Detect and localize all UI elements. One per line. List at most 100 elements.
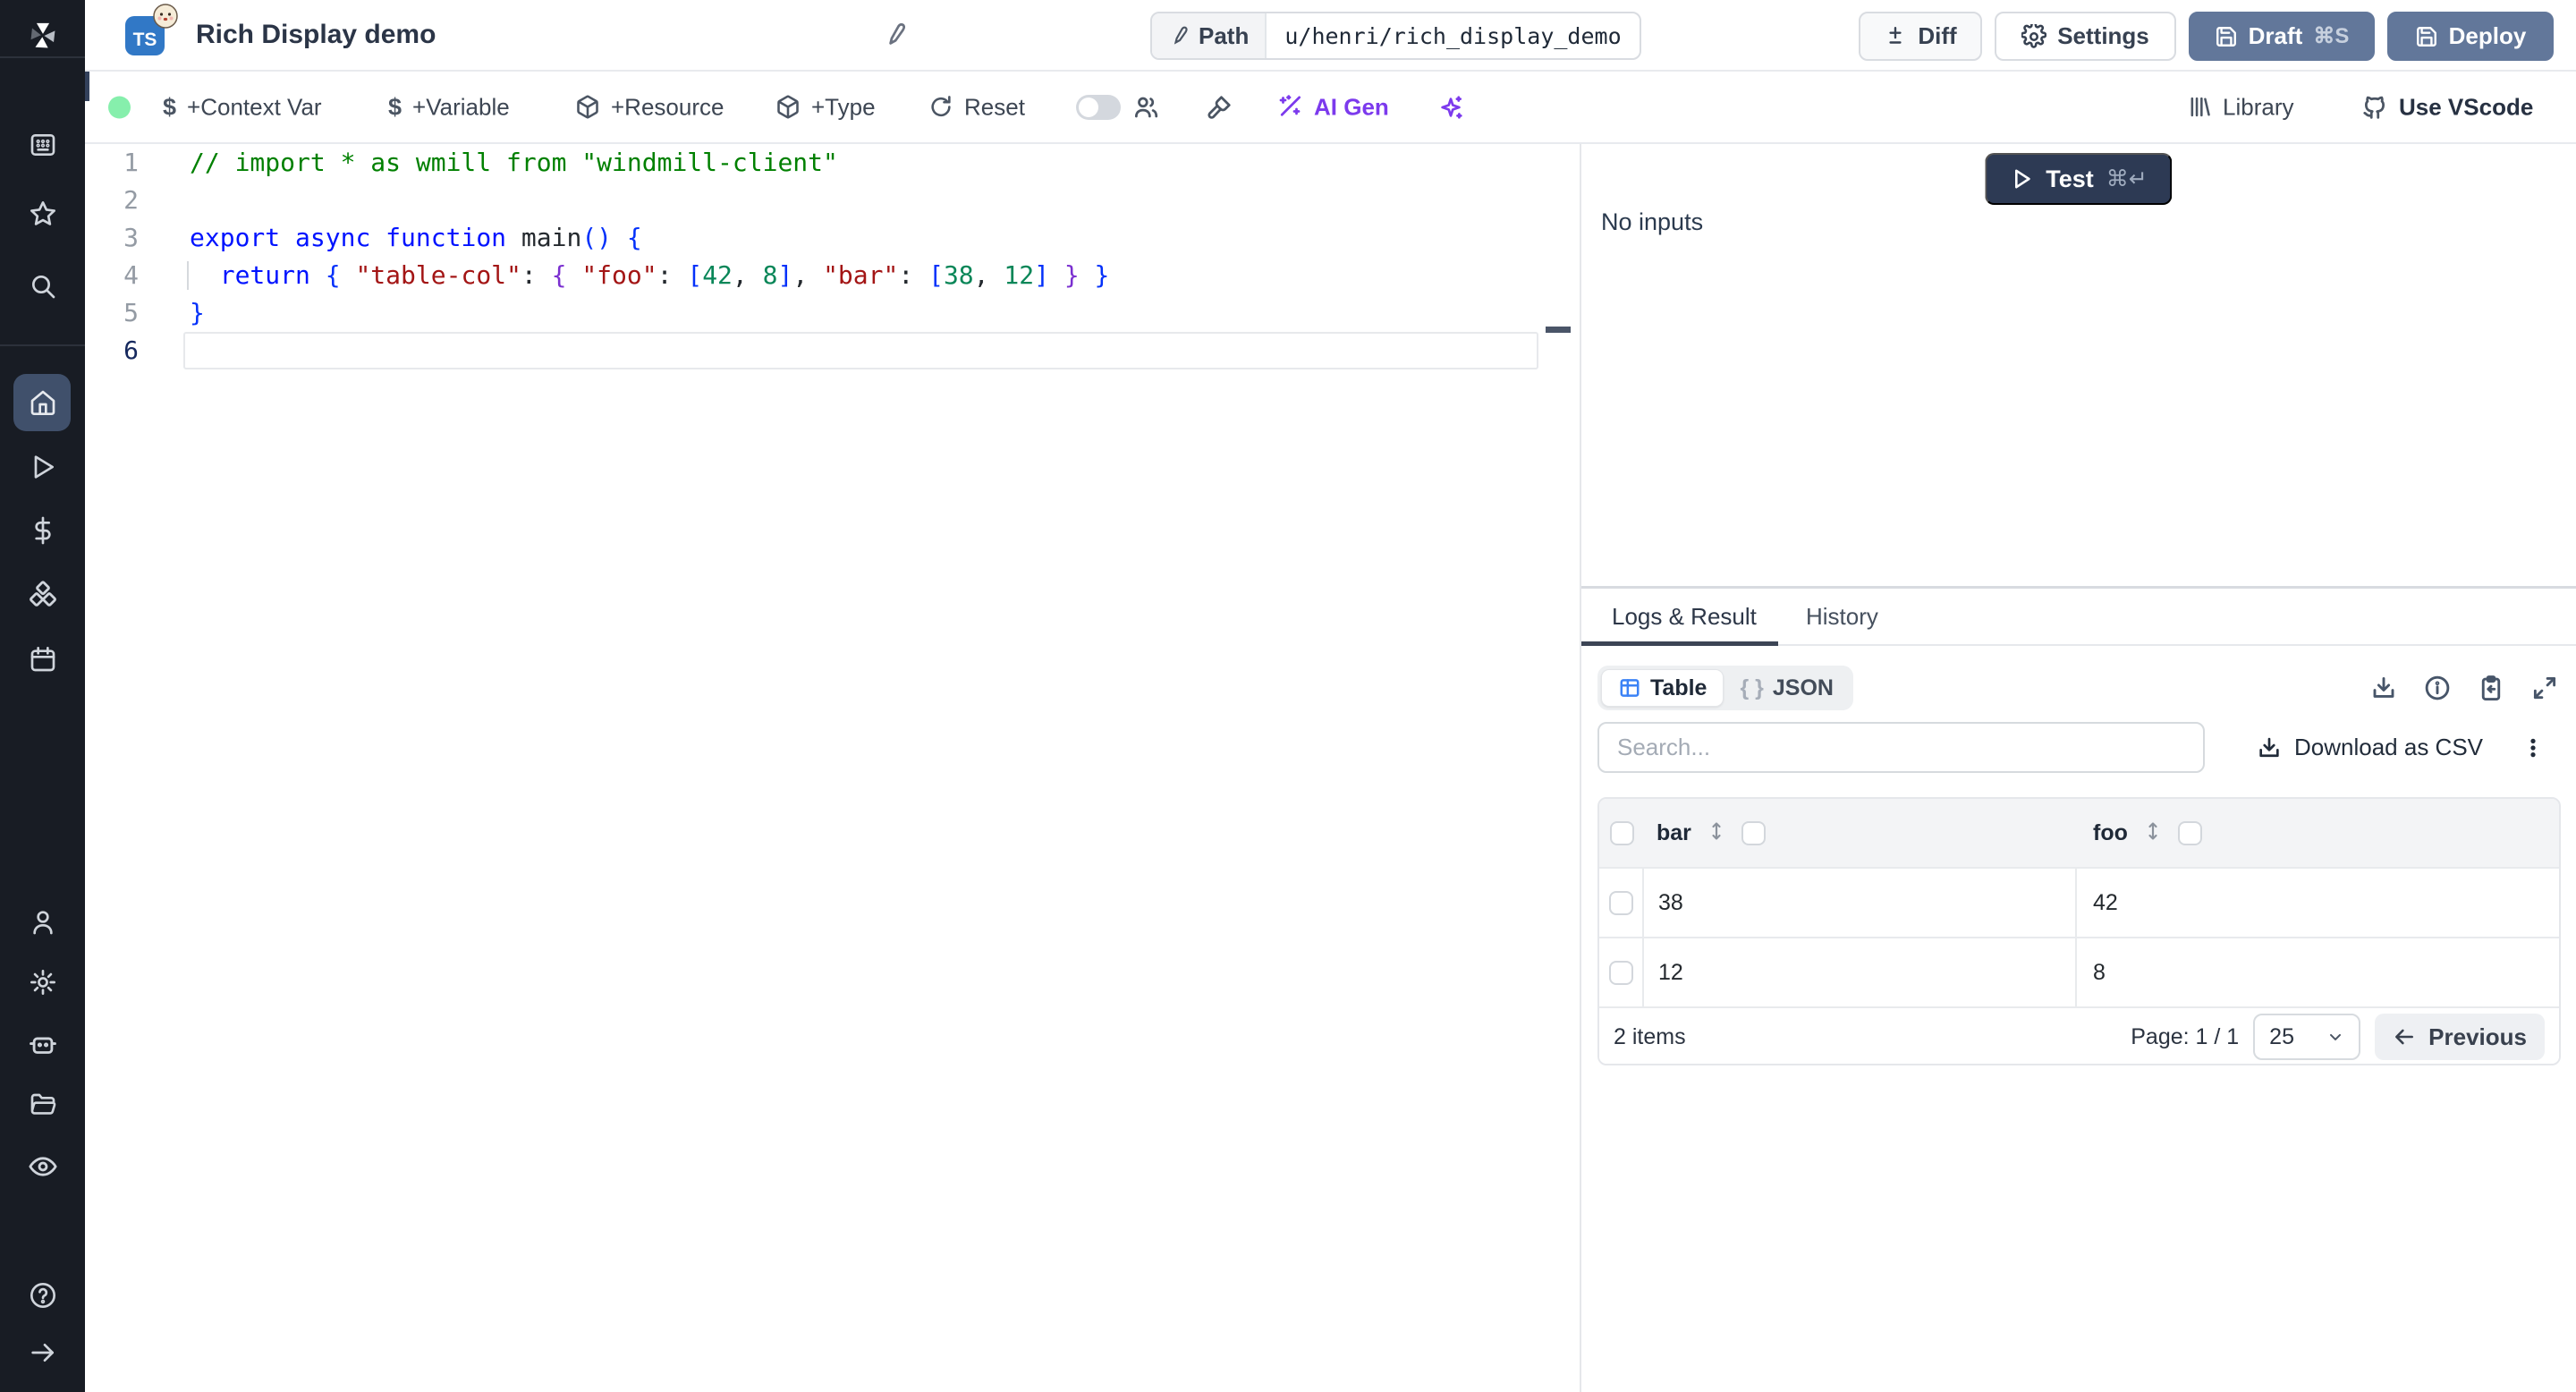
table-row[interactable]: 38 42	[1599, 867, 2559, 937]
line-number: 2	[123, 185, 139, 215]
resources-icon[interactable]	[28, 580, 58, 610]
row-checkbox[interactable]	[1608, 960, 1633, 985]
code-editor[interactable]: 1 2 3 4 5 6 // import * as wmill from "windmi…	[85, 144, 1580, 1392]
download-csv-button[interactable]: Download as CSV	[2257, 734, 2483, 761]
view-json-option[interactable]: { } JSON	[1724, 669, 1850, 707]
variables-icon[interactable]	[28, 515, 58, 546]
table-icon	[1620, 679, 1640, 697]
view-json-label: JSON	[1772, 675, 1834, 700]
tab-history[interactable]: History	[1806, 603, 1878, 631]
audit-eye-icon[interactable]	[28, 1151, 58, 1182]
column-header-bar[interactable]: bar	[1657, 820, 1691, 846]
toggle-switch[interactable]	[1076, 94, 1121, 120]
search-input[interactable]	[1597, 722, 2205, 773]
settings-gear-icon[interactable]	[28, 967, 58, 997]
path-edit-segment[interactable]: Path	[1152, 13, 1267, 58]
test-button[interactable]: Test ⌘↵	[1985, 153, 2173, 205]
page-size-select[interactable]: 25	[2253, 1014, 2361, 1060]
result-table: bar foo 38 42 12 8 2 items Page: 1 / 1 2…	[1597, 797, 2561, 1065]
overview-ruler-cursor-mark	[1546, 327, 1571, 333]
table-row[interactable]: 12 8	[1599, 937, 2559, 1006]
previous-page-button[interactable]: Previous	[2375, 1014, 2545, 1060]
use-vscode-button[interactable]: Use VScode	[2361, 93, 2533, 121]
collaborators-icon[interactable]	[1132, 94, 1159, 121]
test-shortcut: ⌘↵	[2106, 166, 2148, 191]
download-result-icon[interactable]	[2370, 675, 2397, 701]
add-resource-button[interactable]: +Resource	[575, 93, 724, 121]
code-line: export async function main() {	[190, 223, 642, 252]
add-variable-button[interactable]: $ +Variable	[388, 93, 510, 121]
format-brush-icon[interactable]	[1206, 94, 1233, 121]
home-icon[interactable]	[28, 387, 58, 418]
github-icon	[2363, 96, 2385, 119]
download-csv-label: Download as CSV	[2294, 734, 2483, 760]
workers-robot-icon[interactable]	[28, 1030, 58, 1060]
help-icon[interactable]	[28, 1280, 58, 1311]
reset-button[interactable]: Reset	[928, 93, 1025, 121]
package-icon	[777, 95, 799, 119]
result-actions	[2370, 675, 2558, 701]
app-switcher-icon[interactable]	[28, 130, 58, 160]
sort-icon[interactable]	[2142, 820, 2164, 846]
code-line: }	[190, 298, 205, 327]
cell-foo: 42	[2093, 889, 2118, 915]
expand-sidebar-icon[interactable]	[28, 1337, 58, 1368]
deploy-button[interactable]: Deploy	[2387, 12, 2554, 61]
library-button[interactable]: Library	[2187, 93, 2293, 121]
diff-button[interactable]: Diff	[1859, 12, 1982, 61]
run-and-result-panel: Test ⌘↵ No inputs Logs & Result History …	[1580, 144, 2576, 1392]
select-all-checkbox[interactable]	[1609, 820, 1634, 845]
no-inputs-text: No inputs	[1601, 208, 1704, 235]
folders-icon[interactable]	[28, 1089, 58, 1119]
cell-bar: 12	[1644, 938, 2077, 1006]
code-line: return { "table-col": { "foo": [42, 8], …	[219, 260, 1110, 290]
table-options-kebab-icon[interactable]	[2521, 735, 2546, 760]
dollar-icon: $	[388, 93, 402, 120]
draft-button[interactable]: Draft ⌘S	[2189, 12, 2375, 61]
sort-icon[interactable]	[1706, 820, 1727, 846]
path-control[interactable]: Path u/henri/rich_display_demo	[1150, 12, 1641, 60]
draft-label: Draft	[2248, 22, 2303, 49]
favorites-star-icon[interactable]	[28, 199, 58, 229]
line-number: 6	[123, 335, 139, 365]
search-icon[interactable]	[28, 271, 58, 301]
ai-gen-button[interactable]: AI Gen	[1276, 93, 1389, 121]
column-header-foo[interactable]: foo	[2093, 820, 2128, 846]
chevron-down-icon	[2330, 1033, 2342, 1040]
settings-label: Settings	[2057, 22, 2149, 49]
result-view-row: Table { } JSON	[1597, 666, 2558, 710]
expand-fullscreen-icon[interactable]	[2531, 675, 2558, 701]
sparkles-icon[interactable]	[1437, 94, 1464, 121]
play-icon	[2015, 169, 2030, 189]
user-icon[interactable]	[28, 907, 58, 938]
view-switcher: Table { } JSON	[1597, 666, 1853, 710]
line-number: 3	[123, 223, 139, 252]
settings-button[interactable]: Settings	[1995, 12, 2176, 61]
copy-to-clipboard-icon[interactable]	[2478, 675, 2504, 701]
info-icon[interactable]	[2424, 675, 2451, 701]
ai-gen-label: AI Gen	[1314, 93, 1389, 120]
table-search-row: Download as CSV	[1597, 722, 2558, 773]
column-checkbox[interactable]	[1741, 820, 1766, 845]
code-line: // import * as wmill from "windmill-clie…	[190, 148, 838, 177]
json-braces-icon: { }	[1740, 675, 1764, 700]
column-checkbox[interactable]	[2177, 820, 2202, 845]
toggle-off[interactable]	[1076, 94, 1121, 120]
splitpane-handle[interactable]	[85, 72, 89, 101]
page-info: Page: 1 / 1	[2131, 1023, 2240, 1049]
editor-toolbar: $ +Context Var $ +Variable +Resource +Ty…	[85, 72, 2576, 144]
arrow-left-icon	[2395, 1029, 2414, 1045]
row-checkbox[interactable]	[1608, 890, 1633, 915]
schedules-icon[interactable]	[28, 644, 58, 675]
script-emoji-badge	[151, 2, 180, 30]
windmill-logo-icon[interactable]	[28, 21, 58, 51]
line-number: 1	[123, 148, 139, 177]
edit-summary-pencil-icon[interactable]	[881, 21, 910, 50]
view-table-option[interactable]: Table	[1601, 669, 1724, 707]
sidebar-divider	[0, 344, 85, 346]
tab-logs-result[interactable]: Logs & Result	[1612, 603, 1757, 631]
runs-icon[interactable]	[28, 452, 58, 482]
add-context-var-button[interactable]: $ +Context Var	[163, 93, 322, 121]
page-title: Rich Display demo	[196, 20, 436, 49]
add-type-button[interactable]: +Type	[775, 93, 876, 121]
